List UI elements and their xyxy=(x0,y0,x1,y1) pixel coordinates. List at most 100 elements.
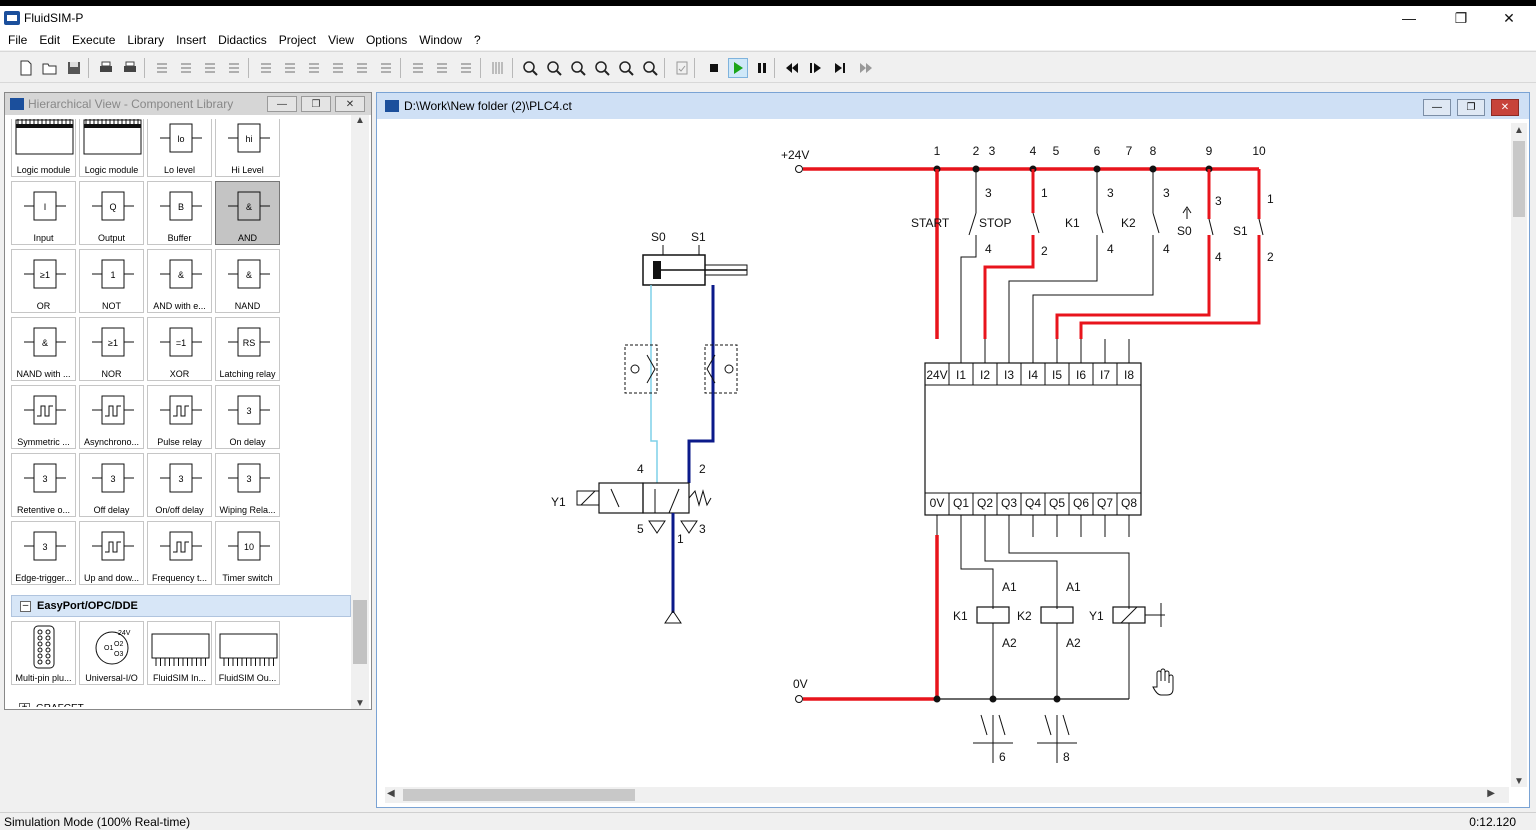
zoom-fit-icon[interactable] xyxy=(520,58,540,78)
flow-control-valve-left[interactable] xyxy=(624,344,658,394)
library-tile-frequency-trigger[interactable]: Frequency t... xyxy=(147,521,212,585)
library-tile-lo-level[interactable]: lo Lo level xyxy=(147,119,212,177)
zoom-all-icon[interactable] xyxy=(592,58,612,78)
rewind-icon[interactable] xyxy=(782,58,802,78)
scroll-down-icon[interactable]: ▼ xyxy=(355,698,365,709)
close-button[interactable]: ✕ xyxy=(1486,6,1532,30)
library-tile-on-delay[interactable]: 3 On delay xyxy=(215,385,280,449)
library-tile-universal-io[interactable]: 24V O1 O2 O3 Universal-I/O xyxy=(79,621,144,685)
relay-coil-k1[interactable] xyxy=(976,606,1010,699)
stop-contact[interactable] xyxy=(1032,212,1040,234)
library-scroll-thumb[interactable] xyxy=(353,600,367,664)
library-tile-nand-gate[interactable]: & NAND xyxy=(215,249,280,313)
library-tile-edge-triggered-relay[interactable]: 3 Edge-trigger... xyxy=(11,521,76,585)
library-tile-hi-level[interactable]: hi Hi Level xyxy=(215,119,280,177)
open-icon[interactable] xyxy=(40,58,60,78)
s0-limit-switch[interactable] xyxy=(1208,218,1214,236)
relay-coil-k2[interactable] xyxy=(1040,606,1074,699)
scroll-up-icon[interactable]: ▲ xyxy=(1514,125,1524,136)
copy-icon[interactable] xyxy=(200,58,220,78)
align-middle-icon[interactable] xyxy=(352,58,372,78)
library-minimize-button[interactable]: — xyxy=(267,96,297,112)
scroll-down-icon[interactable]: ▼ xyxy=(1514,776,1524,787)
menu-edit[interactable]: Edit xyxy=(33,33,66,47)
step-end-icon[interactable] xyxy=(830,58,850,78)
plc-logic-module[interactable]: 24V I1 I2 I3 I4 I5 I6 I7 I8 0V Q1 Q2 Q3 Q4 Q5 Q6 Q7 Q8 xyxy=(924,362,1142,516)
start-contact[interactable] xyxy=(968,212,977,236)
library-scrollbar[interactable]: ▲ ▼ xyxy=(351,115,369,709)
library-tile-output[interactable]: Q Output xyxy=(79,181,144,245)
grid-icon[interactable] xyxy=(488,58,508,78)
library-tile-latching-relay[interactable]: RS Latching relay xyxy=(215,317,280,381)
diagram-close-button[interactable]: ✕ xyxy=(1491,99,1519,116)
library-group-easyport[interactable]: – EasyPort/OPC/DDE xyxy=(11,595,351,617)
menu-library[interactable]: Library xyxy=(121,33,170,47)
library-tile-logic-module-1[interactable]: Logic module xyxy=(11,119,76,177)
menu-didactics[interactable]: Didactics xyxy=(212,33,273,47)
diagram-vscroll-thumb[interactable] xyxy=(1513,141,1525,217)
stop-icon[interactable] xyxy=(704,58,724,78)
step-icon[interactable] xyxy=(806,58,826,78)
menu-help[interactable]: ? xyxy=(468,33,487,47)
library-tile-or-gate[interactable]: ≥1 OR xyxy=(11,249,76,313)
align-top-icon[interactable] xyxy=(328,58,348,78)
menu-execute[interactable]: Execute xyxy=(66,33,121,47)
expand-icon[interactable]: + xyxy=(19,702,30,707)
menu-project[interactable]: Project xyxy=(273,33,322,47)
library-tile-up-down-counter[interactable]: Up and dow... xyxy=(79,521,144,585)
library-tile-nor-gate[interactable]: ≥1 NOR xyxy=(79,317,144,381)
menu-options[interactable]: Options xyxy=(360,33,413,47)
play-icon[interactable] xyxy=(728,58,748,78)
cut-icon[interactable] xyxy=(176,58,196,78)
library-tile-and-edge[interactable]: & AND with e... xyxy=(147,249,212,313)
zoom-window-icon[interactable] xyxy=(544,58,564,78)
library-tile-logic-module-2[interactable]: Logic module xyxy=(79,119,144,177)
library-tile-fluidsim-in[interactable]: FluidSIM In... xyxy=(147,621,212,685)
fast-forward-icon[interactable] xyxy=(856,58,876,78)
diagram-vertical-scrollbar[interactable]: ▲ ▼ xyxy=(1511,123,1527,787)
library-tile-xor-gate[interactable]: =1 XOR xyxy=(147,317,212,381)
zoom-previous-icon[interactable] xyxy=(568,58,588,78)
check-icon[interactable] xyxy=(672,58,692,78)
diagram-hscroll-thumb[interactable] xyxy=(403,789,635,801)
library-tile-symmetric-clock[interactable]: Symmetric ... xyxy=(11,385,76,449)
library-group-grafcet[interactable]: +GRAFCET xyxy=(11,697,351,707)
diagram-horizontal-scrollbar[interactable]: ◀ ▶ xyxy=(385,787,1509,803)
undo-icon[interactable] xyxy=(152,58,172,78)
menu-window[interactable]: Window xyxy=(413,33,468,47)
align-bottom-icon[interactable] xyxy=(376,58,396,78)
scroll-up-icon[interactable]: ▲ xyxy=(355,115,365,126)
paste-icon[interactable] xyxy=(224,58,244,78)
restore-button[interactable]: ❐ xyxy=(1438,6,1484,30)
collapse-icon[interactable]: – xyxy=(20,600,31,612)
diagram-restore-button[interactable]: ❐ xyxy=(1457,99,1485,116)
library-tile-nand-edge[interactable]: & NAND with ... xyxy=(11,317,76,381)
library-tile-wiping-relay[interactable]: 3 Wiping Rela... xyxy=(215,453,280,517)
scroll-right-icon[interactable]: ▶ xyxy=(1487,788,1495,799)
align-right-icon[interactable] xyxy=(304,58,324,78)
menu-file[interactable]: File xyxy=(2,33,33,47)
double-acting-cylinder[interactable]: S0 S1 xyxy=(642,230,748,286)
mirror-v-icon[interactable] xyxy=(456,58,476,78)
library-tile-timer-switch[interactable]: 10 Timer switch xyxy=(215,521,280,585)
rotate-icon[interactable] xyxy=(408,58,428,78)
library-tile-off-delay[interactable]: 3 Off delay xyxy=(79,453,144,517)
menu-insert[interactable]: Insert xyxy=(170,33,212,47)
print-preview-icon[interactable] xyxy=(96,58,116,78)
zoom-in-icon[interactable] xyxy=(616,58,636,78)
print-icon[interactable] xyxy=(120,58,140,78)
save-icon[interactable] xyxy=(64,58,84,78)
zoom-out-icon[interactable] xyxy=(640,58,660,78)
library-tile-fluidsim-out[interactable]: FluidSIM Ou... xyxy=(215,621,280,685)
k1-contact[interactable] xyxy=(1096,212,1104,234)
diagram-minimize-button[interactable]: — xyxy=(1423,99,1451,116)
circuit-canvas[interactable]: S0 S1 Y1 4 2 5 1 3 +24V 1 2 3 4 5 6 7 8 … xyxy=(385,123,1503,783)
scroll-left-icon[interactable]: ◀ xyxy=(387,788,395,799)
menu-view[interactable]: View xyxy=(322,33,360,47)
library-tile-pulse-relay[interactable]: Pulse relay xyxy=(147,385,212,449)
library-tile-on-off-delay[interactable]: 3 On/off delay xyxy=(147,453,212,517)
library-tile-retentive-on-delay[interactable]: 3 Retentive o... xyxy=(11,453,76,517)
minimize-button[interactable]: — xyxy=(1386,6,1432,30)
library-tile-asynchronous-pulse[interactable]: Asynchrono... xyxy=(79,385,144,449)
library-tile-buffer[interactable]: B Buffer xyxy=(147,181,212,245)
